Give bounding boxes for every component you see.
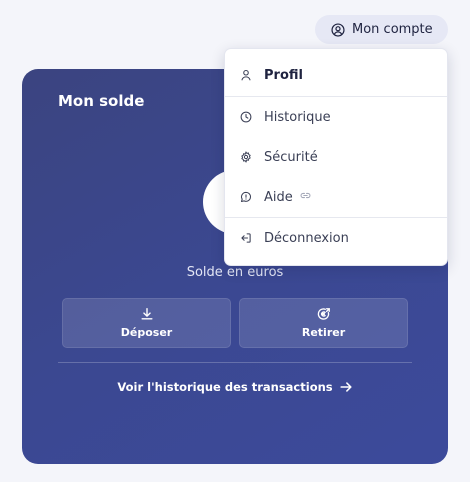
link-icon <box>300 190 311 205</box>
menu-item-securite[interactable]: Sécurité <box>225 137 447 177</box>
logout-icon <box>241 233 251 243</box>
euro-send-icon <box>317 308 330 320</box>
menu-item-label: Sécurité <box>264 149 318 165</box>
card-divider <box>58 362 412 363</box>
download-icon <box>140 308 153 320</box>
user-circle-icon <box>331 22 345 37</box>
card-title: Mon solde <box>58 92 145 110</box>
chat-help-icon <box>240 191 252 203</box>
account-button-label: Mon compte <box>352 22 433 37</box>
menu-item-profil[interactable]: Profil <box>225 55 447 95</box>
menu-item-deconnexion[interactable]: Déconnexion <box>225 218 447 258</box>
deposit-button[interactable]: Déposer <box>62 298 231 348</box>
transactions-history-link[interactable]: Voir l'historique des transactions <box>22 380 448 394</box>
withdraw-button[interactable]: Retirer <box>239 298 408 348</box>
withdraw-label: Retirer <box>301 326 346 339</box>
menu-item-label: Déconnexion <box>264 230 349 246</box>
gear-icon <box>241 151 251 163</box>
clock-icon <box>240 111 252 123</box>
balance-amount-label: Solde en euros <box>186 265 284 280</box>
account-button[interactable]: Mon compte <box>315 15 448 44</box>
menu-item-label: Historique <box>264 109 331 125</box>
account-dropdown-menu: Profil Historique Sécurité Aide Déconnex… <box>224 48 448 266</box>
menu-item-label: Aide <box>264 189 293 205</box>
menu-item-label: Profil <box>264 67 303 83</box>
deposit-label: Déposer <box>120 326 173 339</box>
history-link-label: Voir l'historique des transactions <box>117 380 333 394</box>
menu-item-historique[interactable]: Historique <box>225 97 447 137</box>
arrow-right-icon <box>340 382 352 392</box>
user-icon <box>241 69 251 81</box>
menu-item-aide[interactable]: Aide <box>225 177 447 217</box>
